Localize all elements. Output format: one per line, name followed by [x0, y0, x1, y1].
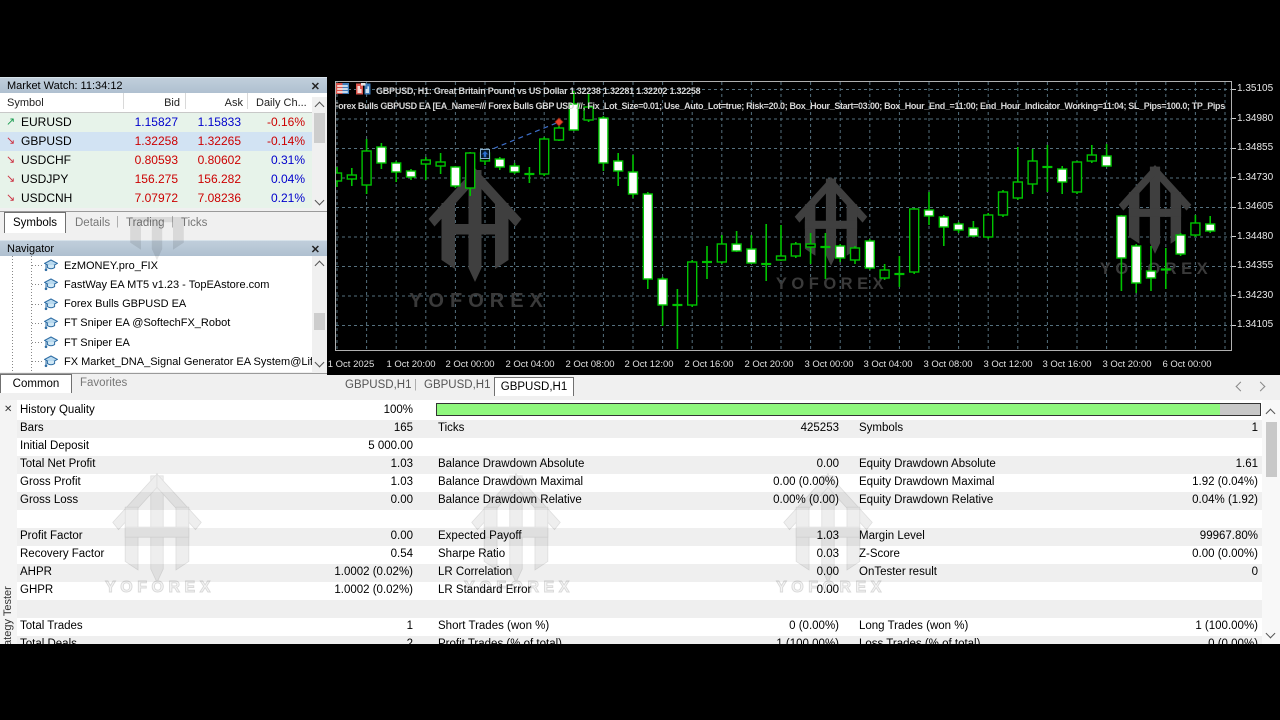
svg-text:YOFOREX: YOFOREX: [776, 275, 888, 293]
svg-text:YOFOREX: YOFOREX: [409, 290, 549, 312]
